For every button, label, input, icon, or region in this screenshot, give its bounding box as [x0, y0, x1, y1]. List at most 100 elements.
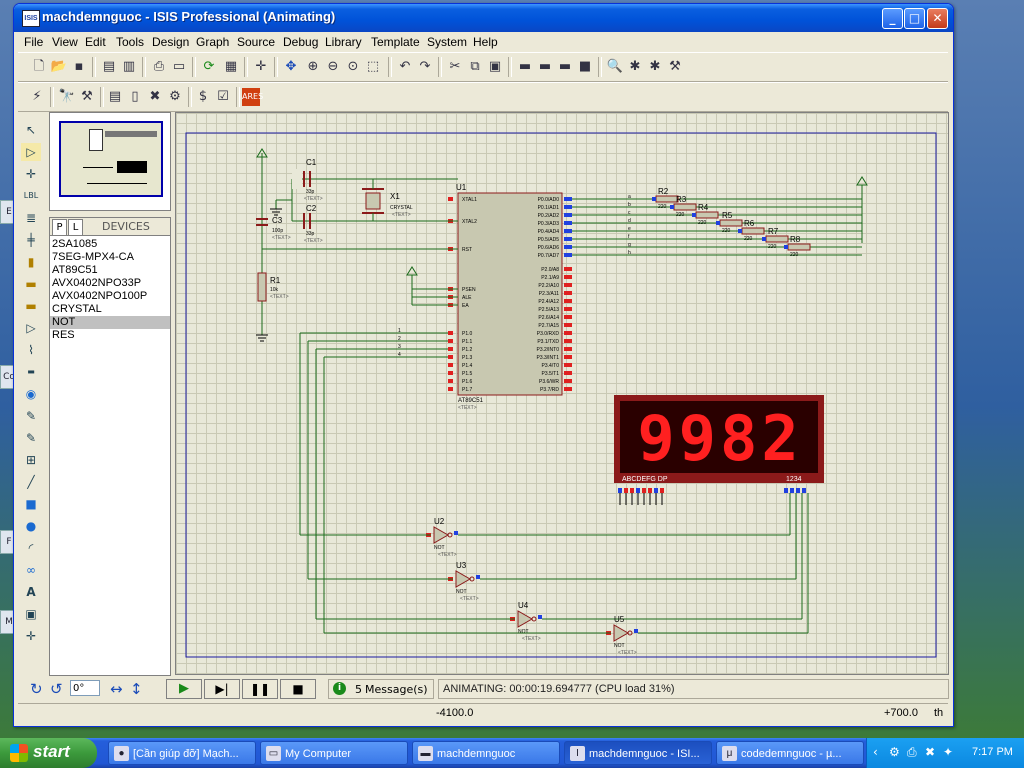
- remove-sheet-icon[interactable]: ▯: [126, 88, 144, 106]
- virtual-instrument-icon[interactable]: ✎: [21, 429, 41, 447]
- decompose-icon[interactable]: ⚒: [666, 58, 684, 76]
- grid-icon[interactable]: ▦: [222, 58, 240, 76]
- menu-template[interactable]: Template: [371, 35, 420, 49]
- mirror-vertical-icon[interactable]: ↕: [130, 680, 143, 698]
- erc-icon[interactable]: ☑: [214, 88, 232, 106]
- wire-autorouter-icon[interactable]: ⚡: [28, 88, 46, 106]
- device-item[interactable]: CRYSTAL: [50, 303, 170, 316]
- undo-icon[interactable]: ↶: [396, 58, 414, 76]
- pause-button[interactable]: ❚❚: [242, 679, 278, 699]
- task-folder[interactable]: ▬ machdemnguoc: [412, 741, 560, 765]
- save-file-icon[interactable]: ▪: [70, 58, 88, 76]
- task-firefox[interactable]: ● [Cần giúp đỡ] Mạch...: [108, 741, 256, 765]
- tray-expand-icon[interactable]: ‹: [873, 745, 878, 759]
- redo-icon[interactable]: ↷: [416, 58, 434, 76]
- zoom-in-icon[interactable]: ⊕: [304, 58, 322, 76]
- cut-icon[interactable]: ✂: [446, 58, 464, 76]
- zoom-all-icon[interactable]: ⊙: [344, 58, 362, 76]
- junction-mode-icon[interactable]: ✛: [21, 165, 41, 183]
- stop-button[interactable]: ■: [280, 679, 316, 699]
- symbol-2d-icon[interactable]: ▣: [21, 605, 41, 623]
- graph-mode-icon[interactable]: ▷: [21, 319, 41, 337]
- ares-icon[interactable]: ARES: [242, 88, 263, 106]
- zoom-out-icon[interactable]: ⊖: [324, 58, 342, 76]
- instrument-icon[interactable]: ⊞: [21, 451, 41, 469]
- printer-icon[interactable]: ⎙: [907, 745, 917, 760]
- generator-mode-icon[interactable]: ▬: [21, 363, 41, 381]
- paste-icon[interactable]: ▣: [486, 58, 504, 76]
- device-item[interactable]: AVX0402NPO100P: [50, 290, 170, 303]
- block-delete-icon[interactable]: ■: [576, 58, 594, 76]
- menu-source[interactable]: Source: [237, 35, 275, 49]
- schematic-canvas[interactable]: U1 AT89C51 <TEXT> XTAL1 XTAL2 RST PSEN ALE EA…: [175, 112, 949, 675]
- pick-device-icon[interactable]: 🔍: [606, 58, 624, 76]
- menu-help[interactable]: Help: [473, 35, 498, 49]
- terminals-mode-icon[interactable]: ▬: [21, 275, 41, 293]
- marker-2d-icon[interactable]: ✛: [21, 627, 41, 645]
- task-my-computer[interactable]: ▭ My Computer: [260, 741, 408, 765]
- export-icon[interactable]: ▥: [120, 58, 138, 76]
- device-pins-mode-icon[interactable]: ▬: [21, 297, 41, 315]
- open-file-icon[interactable]: 📂: [50, 58, 68, 76]
- pick-devices-tab[interactable]: P: [52, 219, 67, 236]
- play-button[interactable]: ▶: [166, 679, 202, 699]
- subcircuit-mode-icon[interactable]: ▮: [21, 253, 41, 271]
- menu-view[interactable]: View: [52, 35, 78, 49]
- rotate-ccw-icon[interactable]: ↺: [50, 680, 63, 698]
- device-item[interactable]: AVX0402NPO33P: [50, 277, 170, 290]
- packaging-icon[interactable]: ✱: [646, 58, 664, 76]
- make-device-icon[interactable]: ✱: [626, 58, 644, 76]
- path-2d-icon[interactable]: ∞: [21, 561, 41, 579]
- task-isis[interactable]: Imachdemnguoc - ISI...: [564, 741, 712, 765]
- rotation-field[interactable]: 0°: [70, 680, 100, 696]
- device-item[interactable]: 2SA1085: [50, 238, 170, 251]
- component-mode-icon[interactable]: ▷: [21, 143, 41, 161]
- selection-mode-icon[interactable]: ↖: [21, 121, 41, 139]
- minimize-button[interactable]: _: [882, 8, 903, 29]
- zoom-area-icon[interactable]: ⬚: [364, 58, 382, 76]
- overview-window[interactable]: [49, 112, 171, 211]
- rotate-cw-icon[interactable]: ↻: [30, 680, 43, 698]
- network-icon[interactable]: ⚙: [889, 745, 900, 759]
- text-2d-icon[interactable]: A: [21, 583, 41, 601]
- mirror-horizontal-icon[interactable]: ↔: [110, 680, 123, 698]
- security-icon[interactable]: ✖: [925, 745, 935, 759]
- circle-2d-icon[interactable]: ●: [21, 517, 41, 535]
- block-move-icon[interactable]: ▬: [536, 58, 554, 76]
- block-copy-icon[interactable]: ▬: [516, 58, 534, 76]
- print-area-icon[interactable]: ▭: [170, 58, 188, 76]
- maximize-button[interactable]: □: [904, 8, 925, 29]
- menu-debug[interactable]: Debug: [283, 35, 318, 49]
- device-item[interactable]: 7SEG-MPX4-CA: [50, 251, 170, 264]
- menu-file[interactable]: File: [24, 35, 43, 49]
- language-icon[interactable]: ✦: [943, 745, 953, 759]
- copy-icon[interactable]: ⧉: [466, 58, 484, 76]
- print-icon[interactable]: ⎙: [150, 58, 168, 76]
- import-icon[interactable]: ▤: [100, 58, 118, 76]
- close-button[interactable]: ✕: [927, 8, 948, 29]
- new-sheet-icon[interactable]: ▤: [106, 88, 124, 106]
- menu-design[interactable]: Design: [152, 35, 189, 49]
- title-bar[interactable]: ISIS machdemnguoc - ISIS Professional (A…: [14, 4, 953, 32]
- box-2d-icon[interactable]: ■: [21, 495, 41, 513]
- arc-2d-icon[interactable]: ◜: [21, 539, 41, 557]
- origin-icon[interactable]: ✛: [252, 58, 270, 76]
- device-item[interactable]: RES: [50, 329, 170, 342]
- tape-recorder-mode-icon[interactable]: ⌇: [21, 341, 41, 359]
- voltage-probe-icon[interactable]: ◉: [21, 385, 41, 403]
- bom-icon[interactable]: $: [194, 88, 212, 106]
- property-tool-icon[interactable]: ⚒: [78, 88, 96, 106]
- search-tag-icon[interactable]: 🔭: [58, 88, 76, 106]
- menu-graph[interactable]: Graph: [196, 35, 229, 49]
- text-script-mode-icon[interactable]: ≣: [21, 209, 41, 227]
- menu-system[interactable]: System: [427, 35, 467, 49]
- menu-tools[interactable]: Tools: [116, 35, 144, 49]
- task-keil[interactable]: μ codedemnguoc - µ...: [716, 741, 864, 765]
- wire-label-mode-icon[interactable]: LBL: [21, 187, 41, 205]
- current-probe-icon[interactable]: ✎: [21, 407, 41, 425]
- step-button[interactable]: ▶|: [204, 679, 240, 699]
- device-item-selected[interactable]: NOT: [50, 316, 170, 329]
- menu-edit[interactable]: Edit: [85, 35, 106, 49]
- messages-panel[interactable]: i 5 Message(s): [328, 679, 434, 699]
- menu-library[interactable]: Library: [325, 35, 362, 49]
